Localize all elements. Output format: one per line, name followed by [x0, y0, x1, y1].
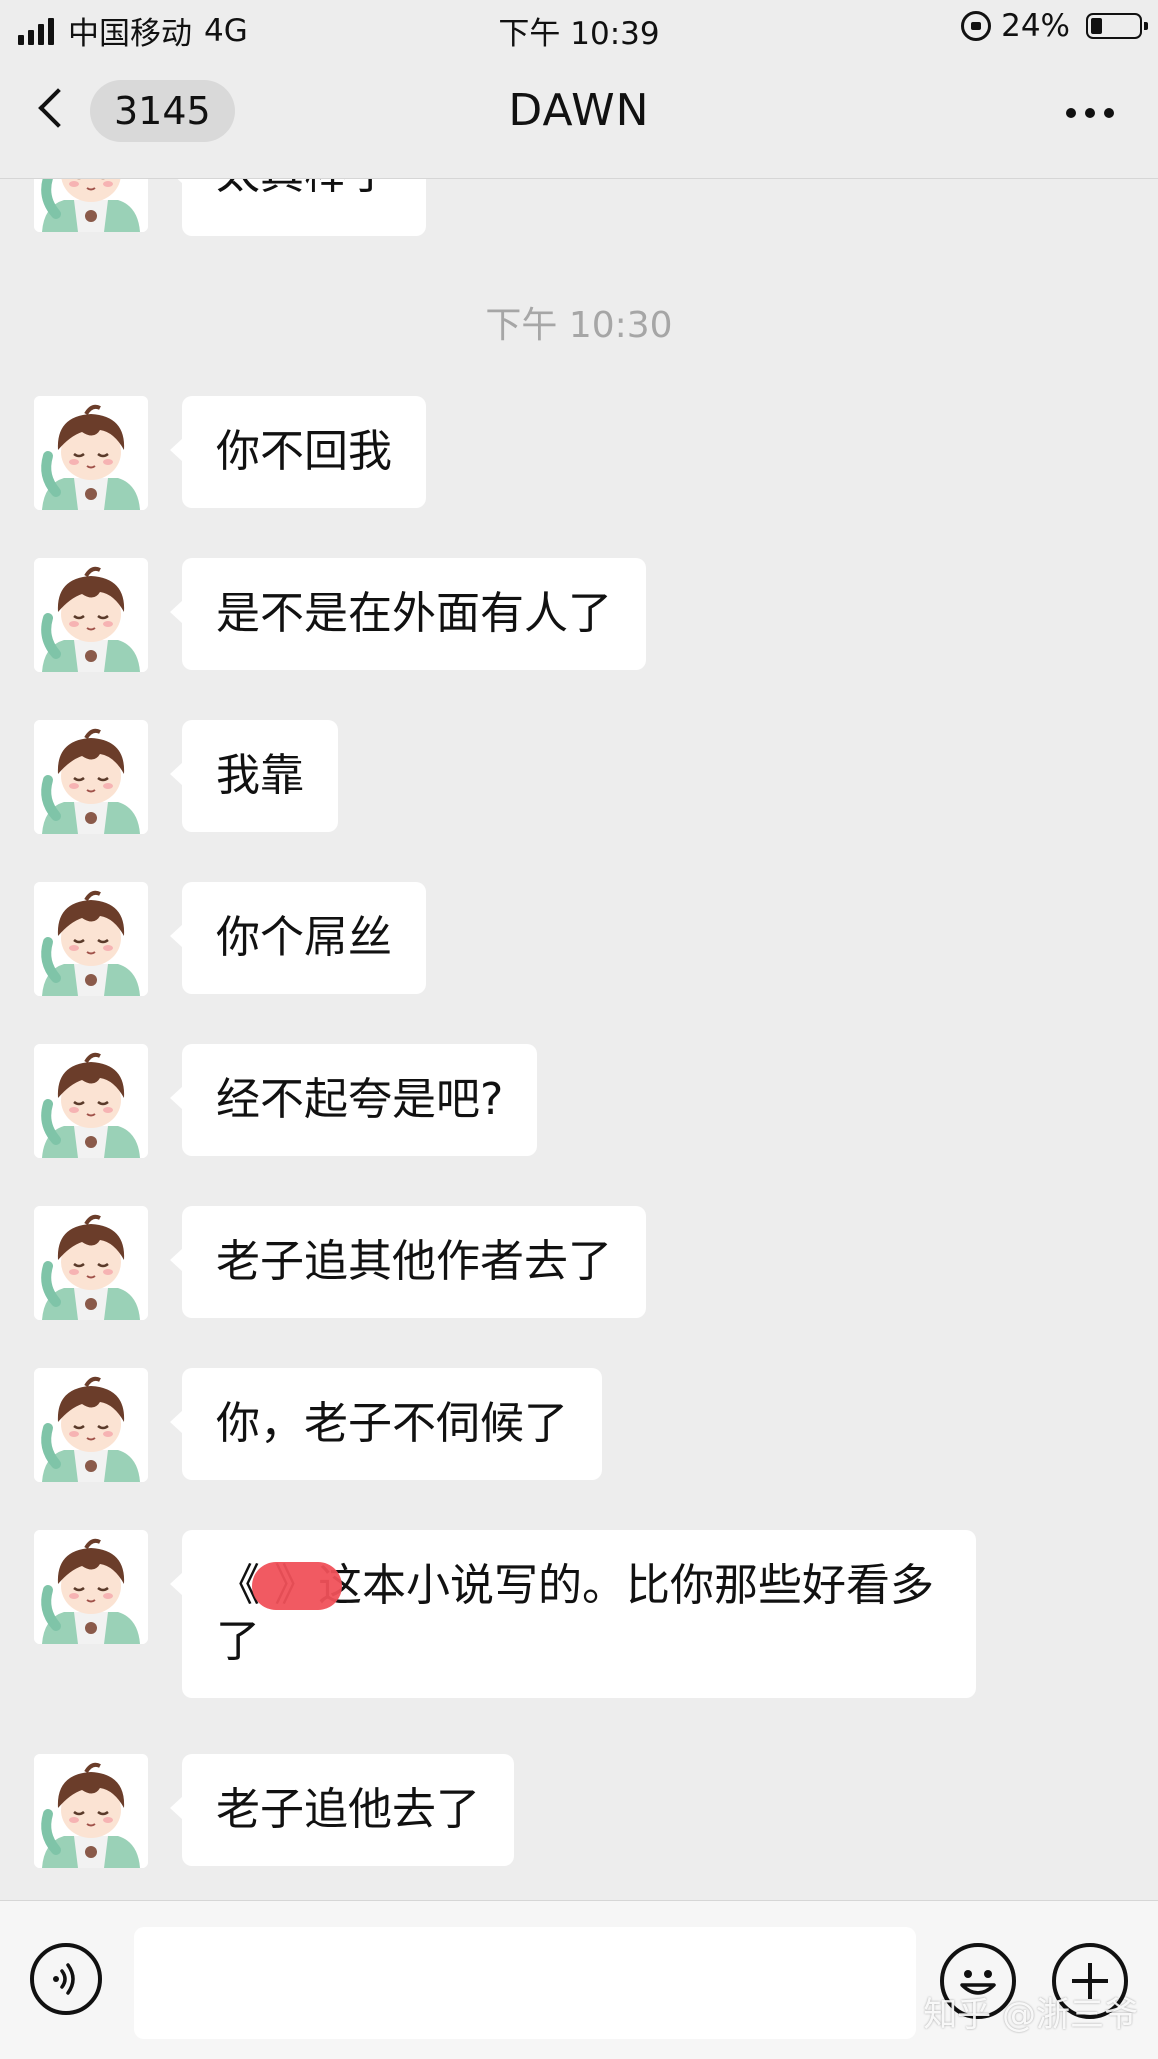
battery-icon: [1086, 13, 1148, 39]
message-input[interactable]: [134, 1927, 916, 2039]
avatar[interactable]: [34, 396, 148, 510]
avatar[interactable]: [34, 1368, 148, 1482]
message-timestamp: 下午 10:30: [485, 305, 673, 346]
message-list[interactable]: 太真棒了 下午 10:30 你不回我 是不是在外面有人了 我靠: [0, 178, 1158, 1900]
chat-header: 3145 DAWN: [0, 58, 1158, 179]
avatar[interactable]: [34, 178, 148, 232]
message-bubble[interactable]: 我靠: [170, 720, 338, 832]
avatar[interactable]: [34, 1530, 148, 1644]
status-bar: 中国移动 4G 下午 10:39 24%: [0, 0, 1158, 58]
redaction-mark: [252, 1562, 342, 1610]
more-options-icon[interactable]: [1066, 108, 1114, 118]
message-bubble[interactable]: 你，老子不伺候了: [170, 1368, 602, 1480]
chat-title: DAWN: [508, 85, 650, 136]
status-right: 24%: [961, 8, 1148, 44]
voice-input-icon[interactable]: [30, 1943, 102, 2015]
message-bubble[interactable]: 你不回我: [170, 396, 426, 508]
avatar[interactable]: [34, 558, 148, 672]
battery-percent: 24%: [1001, 8, 1070, 44]
rotation-lock-icon: [961, 11, 992, 41]
avatar[interactable]: [34, 1754, 148, 1868]
message-bubble[interactable]: 老子追其他作者去了: [170, 1206, 646, 1318]
watermark: 知乎 @浙三爷: [923, 1995, 1138, 2035]
message-bubble[interactable]: 经不起夸是吧?: [169, 1044, 538, 1156]
input-bar: 知乎 @浙三爷: [0, 1900, 1158, 2059]
avatar[interactable]: [34, 720, 148, 834]
avatar[interactable]: [34, 882, 148, 996]
message-bubble[interactable]: 《 》这本小说写的。比你那些好看多了: [170, 1530, 976, 1698]
avatar[interactable]: [34, 1206, 148, 1320]
message-bubble[interactable]: 你个屌丝: [170, 882, 426, 994]
message-bubble[interactable]: 是不是在外面有人了: [170, 558, 646, 670]
message-bubble[interactable]: 老子追他去了: [170, 1754, 514, 1866]
avatar[interactable]: [34, 1044, 148, 1158]
message-bubble[interactable]: 太真棒了: [170, 178, 426, 236]
